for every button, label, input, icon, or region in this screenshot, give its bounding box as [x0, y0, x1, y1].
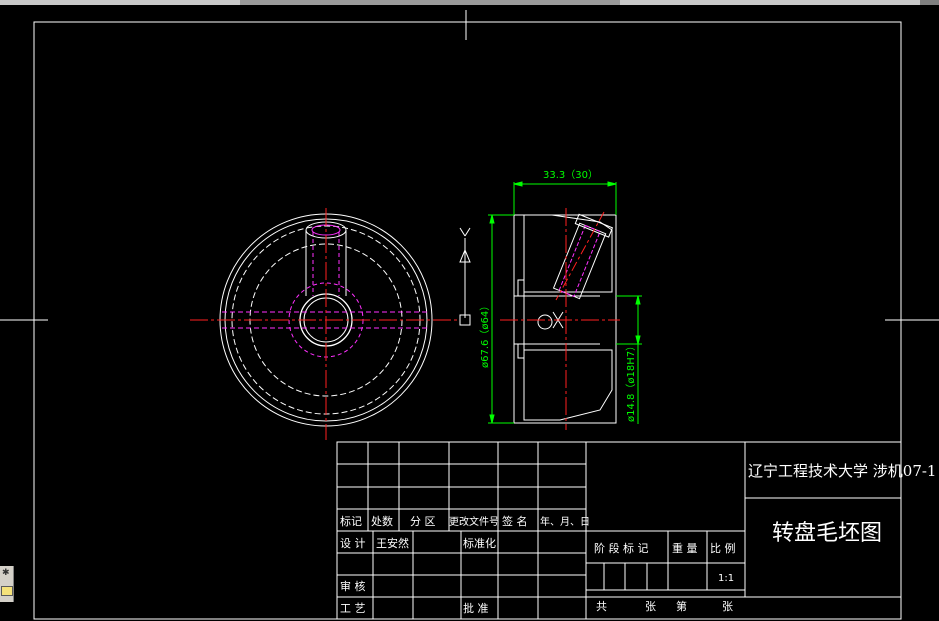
- sheet-label: 张: [645, 600, 656, 613]
- folder-icon[interactable]: [1, 586, 13, 596]
- rev-header-4: 签 名: [502, 514, 528, 528]
- sheet-label-2: 张: [722, 600, 733, 613]
- rev-header-1: 处数: [371, 515, 393, 528]
- rev-header-2: 分 区: [410, 515, 436, 528]
- stage-label: 阶 段 标 记: [594, 541, 649, 555]
- rev-header-5: 年、月、日: [540, 515, 590, 528]
- dim-outer-diameter: ø67.6（ø64）: [479, 301, 491, 368]
- school-name: 辽宁工程技术大学 涉机07-1: [748, 462, 936, 480]
- ucs-icon: Y: [459, 227, 471, 326]
- drawing-title: 转盘毛坯图: [772, 521, 882, 546]
- design-label: 设 计: [340, 537, 366, 550]
- side-toolbar[interactable]: ✱: [0, 566, 14, 602]
- rev-header-3: 更改文件号: [449, 515, 499, 528]
- process-label: 工 艺: [340, 602, 366, 615]
- approve-label: 批 准: [463, 601, 489, 615]
- axis-label: Y: [461, 233, 462, 235]
- drawing-border: [33, 21, 902, 620]
- rev-header-0: 标记: [340, 514, 362, 528]
- weight-label: 重 量: [672, 541, 698, 555]
- dim-width: 33.3（30）: [543, 169, 598, 181]
- side-view: [500, 208, 620, 430]
- scale-label: 比 例: [710, 541, 736, 555]
- standardize-label: 标准化: [463, 536, 496, 550]
- review-label: 审 核: [340, 579, 366, 593]
- dim-bore-diameter: ø14.8（ø18H7）: [625, 341, 637, 422]
- front-view: [190, 208, 458, 440]
- star-icon[interactable]: ✱: [2, 569, 11, 578]
- dimensions: [488, 181, 642, 424]
- no-label: 第: [676, 599, 687, 613]
- designer-name: 王安然: [376, 536, 409, 550]
- drawing-canvas[interactable]: Y 33.3（30） ø67.6（ø64） ø14.8（ø18H7） 标记 处数…: [0, 5, 939, 621]
- total-label: 共: [596, 600, 607, 613]
- scale-value: 1:1: [718, 573, 734, 584]
